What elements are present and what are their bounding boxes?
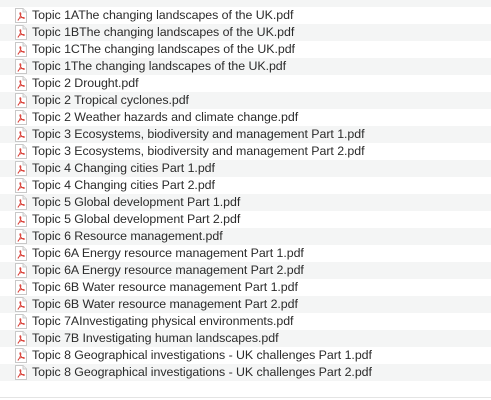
file-name: Topic 7B Investigating human landscapes.… — [32, 331, 279, 345]
pdf-file-icon — [15, 93, 27, 108]
file-name: Topic 3 Ecosystems, biodiversity and man… — [32, 127, 365, 141]
file-name: Topic 5 Global development Part 1.pdf — [32, 195, 241, 209]
file-row[interactable]: Topic 6A Energy resource management Part… — [0, 245, 491, 262]
pdf-file-icon — [15, 314, 27, 329]
file-name: Topic 2 Weather hazards and climate chan… — [32, 110, 299, 124]
file-row[interactable]: Topic 2 Drought.pdf — [0, 75, 491, 92]
file-row[interactable]: Topic 5 Global development Part 1.pdf — [0, 194, 491, 211]
file-row[interactable]: Topic 8 Geographical investigations - UK… — [0, 347, 491, 364]
list-top-row — [0, 0, 491, 7]
file-row[interactable]: Topic 4 Changing cities Part 1.pdf — [0, 160, 491, 177]
file-name: Topic 2 Drought.pdf — [32, 76, 139, 90]
pdf-file-icon — [15, 280, 27, 295]
pdf-file-icon — [15, 178, 27, 193]
file-name: Topic 6A Energy resource management Part… — [32, 263, 304, 277]
file-name: Topic 6B Water resource management Part … — [32, 280, 298, 294]
pdf-file-icon — [15, 331, 27, 346]
pdf-file-icon — [15, 297, 27, 312]
pdf-file-icon — [15, 348, 27, 363]
file-row[interactable]: Topic 4 Changing cities Part 2.pdf — [0, 177, 491, 194]
pdf-file-icon — [15, 110, 27, 125]
pdf-file-icon — [15, 195, 27, 210]
file-row[interactable]: Topic 6B Water resource management Part … — [0, 279, 491, 296]
file-row[interactable]: Topic 7B Investigating human landscapes.… — [0, 330, 491, 347]
pdf-file-icon — [15, 161, 27, 176]
file-name: Topic 1BThe changing landscapes of the U… — [32, 25, 295, 39]
file-rows: Topic 1AThe changing landscapes of the U… — [0, 7, 491, 381]
file-row[interactable]: Topic 3 Ecosystems, biodiversity and man… — [0, 143, 491, 160]
pdf-file-icon — [15, 76, 27, 91]
file-name: Topic 2 Tropical cyclones.pdf — [32, 93, 189, 107]
file-list: Topic 1AThe changing landscapes of the U… — [0, 0, 491, 400]
pdf-file-icon — [15, 42, 27, 57]
file-name: Topic 1AThe changing landscapes of the U… — [32, 8, 294, 22]
pdf-file-icon — [15, 229, 27, 244]
file-name: Topic 4 Changing cities Part 2.pdf — [32, 178, 215, 192]
file-row[interactable]: Topic 1AThe changing landscapes of the U… — [0, 7, 491, 24]
file-name: Topic 8 Geographical investigations - UK… — [32, 348, 372, 362]
file-name: Topic 6 Resource management.pdf — [32, 229, 223, 243]
file-row[interactable]: Topic 1The changing landscapes of the UK… — [0, 58, 491, 75]
file-name: Topic 6A Energy resource management Part… — [32, 246, 304, 260]
pdf-file-icon — [15, 246, 27, 261]
file-row[interactable]: Topic 1BThe changing landscapes of the U… — [0, 24, 491, 41]
pdf-file-icon — [15, 365, 27, 380]
file-name: Topic 4 Changing cities Part 1.pdf — [32, 161, 215, 175]
file-row[interactable]: Topic 3 Ecosystems, biodiversity and man… — [0, 126, 491, 143]
pdf-file-icon — [15, 127, 27, 142]
file-row[interactable]: Topic 8 Geographical investigations - UK… — [0, 364, 491, 381]
file-name: Topic 1CThe changing landscapes of the U… — [32, 42, 295, 56]
pdf-file-icon — [15, 59, 27, 74]
pdf-file-icon — [15, 263, 27, 278]
file-name: Topic 6B Water resource management Part … — [32, 297, 298, 311]
pdf-file-icon — [15, 144, 27, 159]
file-name: Topic 5 Global development Part 2.pdf — [32, 212, 241, 226]
file-name: Topic 8 Geographical investigations - UK… — [32, 365, 372, 379]
file-name: Topic 7AInvestigating physical environme… — [32, 314, 294, 328]
file-row[interactable]: Topic 6 Resource management.pdf — [0, 228, 491, 245]
pdf-file-icon — [15, 212, 27, 227]
file-row[interactable]: Topic 5 Global development Part 2.pdf — [0, 211, 491, 228]
pdf-file-icon — [15, 25, 27, 40]
file-row[interactable]: Topic 1CThe changing landscapes of the U… — [0, 41, 491, 58]
file-row[interactable]: Topic 2 Tropical cyclones.pdf — [0, 92, 491, 109]
file-name: Topic 3 Ecosystems, biodiversity and man… — [32, 144, 365, 158]
file-row[interactable]: Topic 6A Energy resource management Part… — [0, 262, 491, 279]
file-row[interactable]: Topic 2 Weather hazards and climate chan… — [0, 109, 491, 126]
list-bottom-divider — [0, 397, 491, 398]
pdf-file-icon — [15, 8, 27, 23]
file-row[interactable]: Topic 6B Water resource management Part … — [0, 296, 491, 313]
file-row[interactable]: Topic 7AInvestigating physical environme… — [0, 313, 491, 330]
file-name: Topic 1The changing landscapes of the UK… — [32, 59, 287, 73]
